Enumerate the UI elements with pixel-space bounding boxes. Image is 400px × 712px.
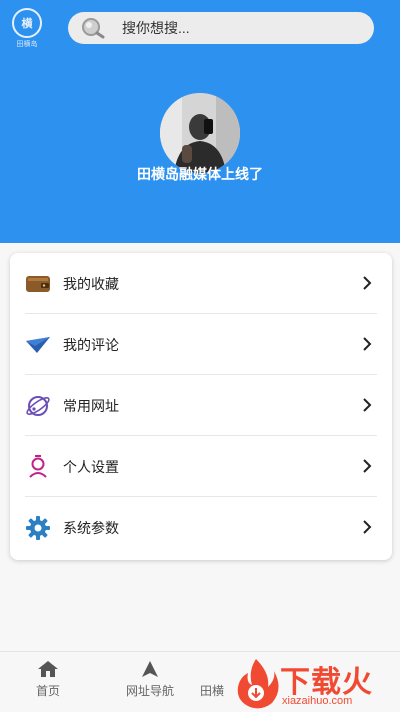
username: 田横岛融媒体上线了 [137, 166, 263, 182]
chevron-right-icon [363, 276, 372, 290]
search-bar[interactable] [68, 12, 374, 44]
flame-logo-icon [237, 659, 279, 709]
menu-item-system[interactable]: 系统参数 [10, 497, 392, 558]
header-banner: 横 田横岛 田横岛融媒体上线了 [0, 0, 400, 243]
app-logo[interactable]: 横 田横岛 [8, 8, 46, 48]
tab-home[interactable]: 首页 [8, 660, 88, 699]
menu-label-comments: 我的评论 [63, 336, 119, 353]
search-icon [82, 18, 105, 39]
logo-text: 田横岛 [16, 41, 38, 48]
menu-item-websites[interactable]: 常用网址 [10, 375, 392, 436]
menu-item-comments[interactable]: 我的评论 [10, 314, 392, 375]
avatar-photo [160, 93, 240, 173]
home-icon [38, 661, 58, 677]
watermark-subtext: xiazaihuo.com [282, 695, 353, 707]
chevron-right-icon [363, 398, 372, 412]
logo-seal: 横 [12, 8, 42, 38]
chevron-right-icon [363, 459, 372, 473]
menu-card: 我的收藏 我的评论 常用网址 个人设置 系统参数 [10, 253, 392, 560]
chevron-right-icon [363, 520, 372, 534]
navigation-arrow-icon [142, 661, 158, 677]
user-settings-icon [25, 454, 51, 480]
tab-label-home: 首页 [35, 684, 60, 698]
planet-icon [25, 393, 51, 419]
paper-plane-icon [25, 332, 51, 358]
avatar[interactable] [160, 93, 240, 173]
tab-label-tianheng: 田横 [200, 684, 225, 698]
menu-item-settings[interactable]: 个人设置 [10, 436, 392, 497]
menu-label-favorites: 我的收藏 [63, 275, 119, 292]
chevron-right-icon [363, 337, 372, 351]
menu-label-websites: 常用网址 [63, 397, 119, 414]
tab-navigation[interactable]: 网址导航 [110, 660, 190, 699]
wallet-icon [25, 271, 51, 297]
menu-label-system: 系统参数 [63, 519, 119, 536]
tab-label-navigation: 网址导航 [125, 684, 174, 698]
search-input[interactable] [122, 20, 352, 36]
menu-item-favorites[interactable]: 我的收藏 [10, 253, 392, 314]
menu-label-settings: 个人设置 [63, 458, 119, 475]
watermark: 下载火 xiazaihuo.com [232, 655, 400, 711]
gear-icon [25, 515, 51, 541]
